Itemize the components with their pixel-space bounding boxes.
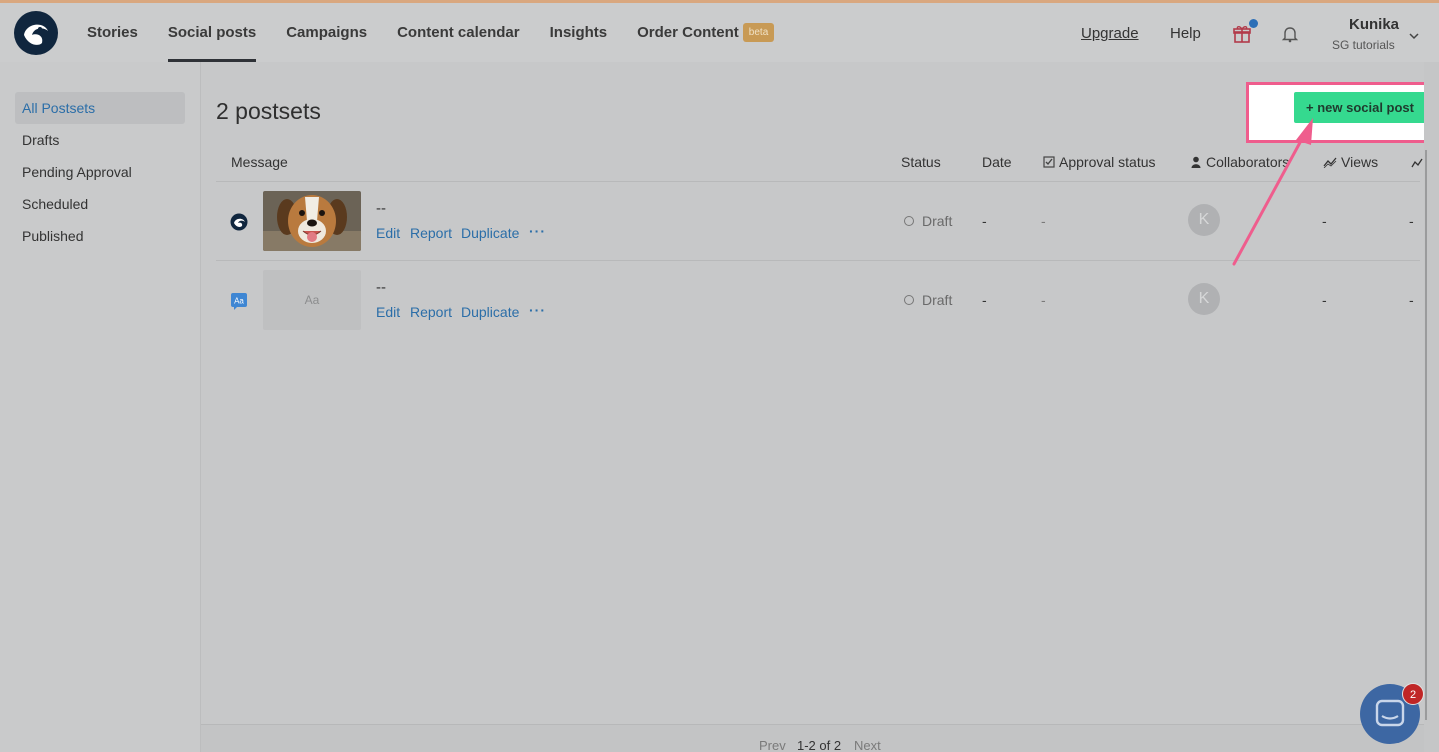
column-header-approval[interactable]: Approval status (1043, 154, 1156, 170)
chevron-down-icon[interactable] (1408, 30, 1420, 42)
sidebar-item-published[interactable]: Published (15, 220, 185, 252)
approval-cell: - (1041, 292, 1046, 308)
storyteller-logo-icon (230, 213, 248, 231)
duplicate-link[interactable]: Duplicate (461, 304, 519, 320)
sidebar-item-pending-approval[interactable]: Pending Approval (15, 156, 185, 188)
beta-badge: beta (742, 23, 775, 42)
pagination-bar: Prev 1-2 of 2 Next (201, 724, 1425, 752)
user-org[interactable]: SG tutorials (1332, 38, 1395, 52)
next-page-button[interactable]: Next (854, 738, 881, 752)
main-nav: Stories Social posts Campaigns Content c… (72, 3, 789, 62)
status-draft-icon (904, 216, 914, 226)
nav-insights[interactable]: Insights (535, 3, 623, 62)
app-logo[interactable] (14, 11, 58, 55)
edit-link[interactable]: Edit (376, 225, 400, 241)
user-name[interactable]: Kunika (1349, 16, 1399, 33)
post-thumbnail-text[interactable]: Aa (263, 270, 361, 330)
sidebar-item-all-postsets[interactable]: All Postsets (15, 92, 185, 124)
report-link[interactable]: Report (410, 304, 452, 320)
approval-cell: - (1041, 213, 1046, 229)
sidebar-item-drafts[interactable]: Drafts (15, 124, 185, 156)
nav-campaigns[interactable]: Campaigns (271, 3, 382, 62)
extra-metric-cell: - (1409, 292, 1414, 308)
checkbox-icon (1043, 156, 1055, 168)
page-title: 2 postsets (216, 98, 321, 124)
prev-page-button[interactable]: Prev (759, 738, 786, 752)
more-options-icon[interactable]: ··· (529, 302, 546, 318)
nav-social-posts[interactable]: Social posts (153, 3, 271, 62)
nav-content-calendar[interactable]: Content calendar (382, 3, 535, 62)
views-cell: - (1322, 292, 1327, 308)
date-cell: - (982, 292, 987, 308)
text-post-icon: Aa (231, 293, 247, 310)
edit-link[interactable]: Edit (376, 304, 400, 320)
avatar[interactable]: K (1188, 204, 1220, 236)
column-header-views[interactable]: Views (1323, 154, 1378, 170)
top-navigation-bar: Stories Social posts Campaigns Content c… (0, 0, 1439, 62)
nav-order-content[interactable]: Order Content beta (622, 3, 789, 62)
help-link[interactable]: Help (1170, 25, 1201, 42)
extra-metric-cell: - (1409, 213, 1414, 229)
svg-text:Aa: Aa (234, 297, 244, 306)
chat-unread-badge: 2 (1402, 683, 1424, 705)
page-range: 1-2 of 2 (797, 738, 842, 752)
post-message: -- (376, 279, 386, 296)
report-link[interactable]: Report (410, 225, 452, 241)
status-draft-icon (904, 295, 914, 305)
main-content: 2 postsets + new social post Message Sta… (200, 62, 1435, 752)
trend-icon (1323, 157, 1337, 169)
scrollbar-thumb[interactable] (1425, 150, 1427, 720)
bell-icon[interactable] (1281, 25, 1299, 43)
status-text: Draft (922, 292, 953, 308)
new-social-post-button[interactable]: + new social post (1294, 92, 1426, 123)
column-header-status[interactable]: Status (901, 154, 941, 170)
sidebar: All Postsets Drafts Pending Approval Sch… (0, 62, 200, 752)
post-thumbnail-dog[interactable] (263, 191, 361, 251)
nav-stories[interactable]: Stories (72, 3, 153, 62)
duplicate-link[interactable]: Duplicate (461, 225, 519, 241)
avatar[interactable]: K (1188, 283, 1220, 315)
header-divider (216, 181, 1420, 182)
views-cell: - (1322, 213, 1327, 229)
gift-icon[interactable] (1233, 25, 1251, 43)
upgrade-link[interactable]: Upgrade (1081, 25, 1139, 42)
column-header-collaborators[interactable]: Collaborators (1191, 154, 1289, 170)
notification-dot (1249, 19, 1258, 28)
status-text: Draft (922, 213, 953, 229)
sidebar-item-scheduled[interactable]: Scheduled (15, 188, 185, 220)
date-cell: - (982, 213, 987, 229)
row-divider (216, 260, 1420, 261)
person-icon (1191, 156, 1201, 168)
trend-icon (1411, 158, 1423, 168)
column-header-message[interactable]: Message (231, 154, 288, 170)
post-message: -- (376, 200, 386, 217)
column-header-date[interactable]: Date (982, 154, 1012, 170)
more-options-icon[interactable]: ··· (529, 223, 546, 239)
